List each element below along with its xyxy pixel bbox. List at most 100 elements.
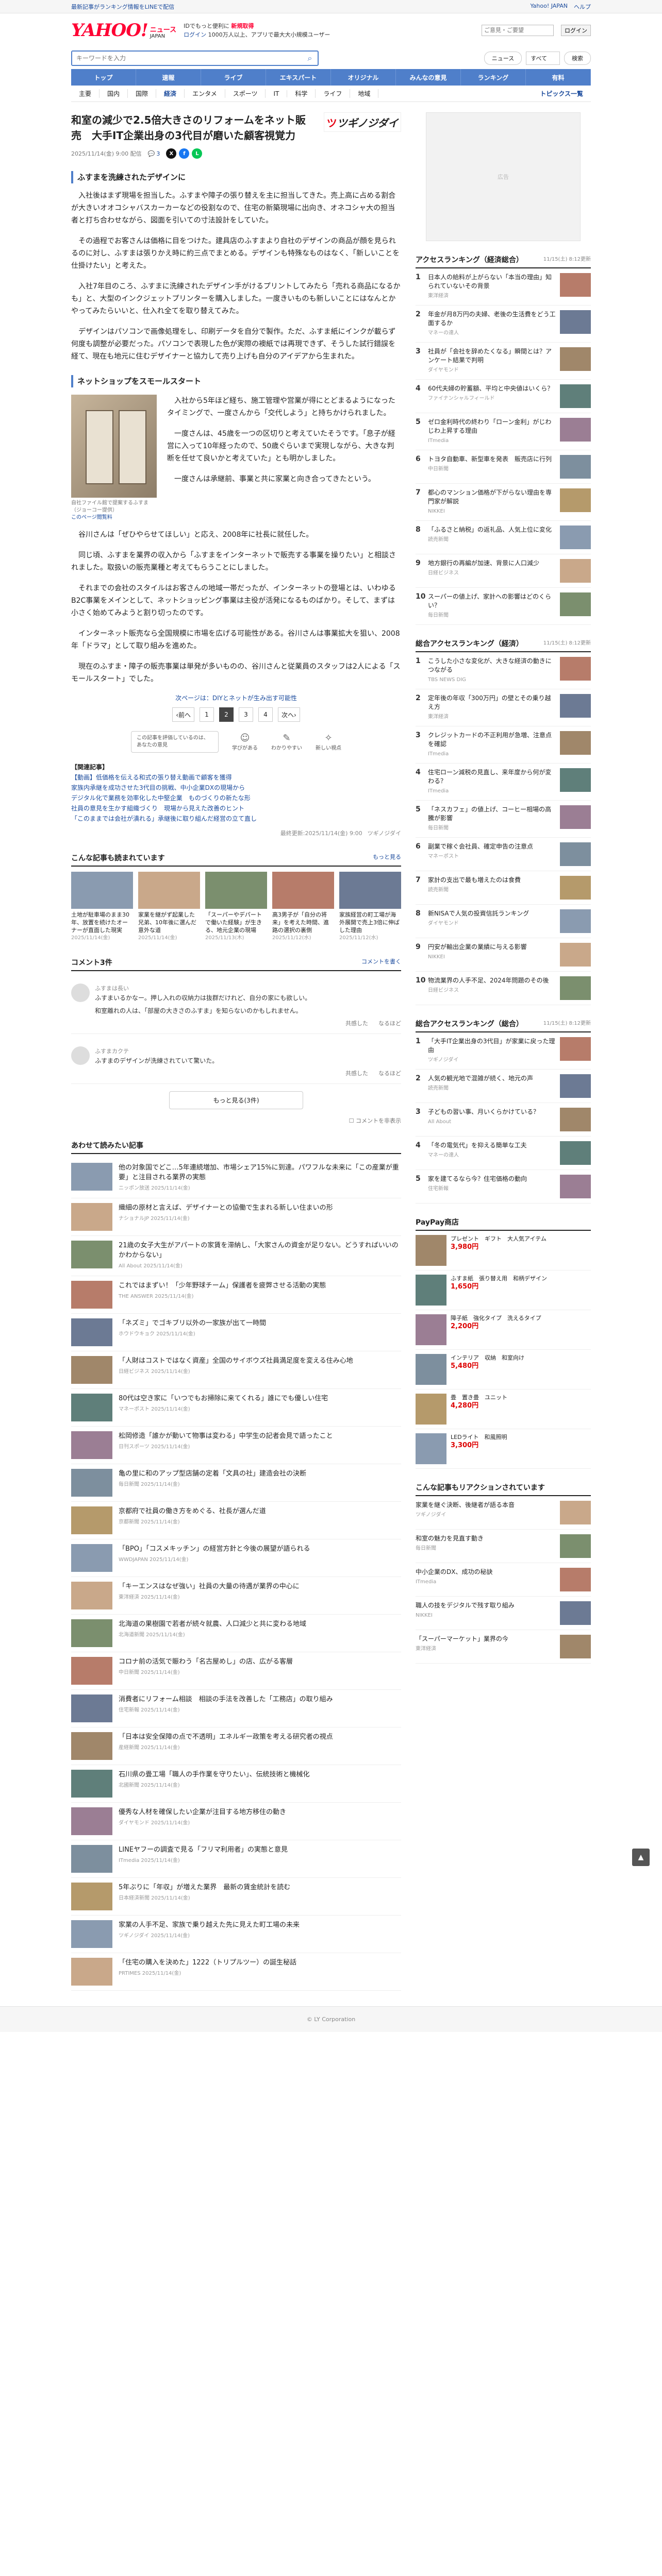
further-reading-title[interactable]: 80代は空き家に「いつでもお掃除に来てくれる」誰にでも優しい住宅	[119, 1395, 328, 1402]
reacted-item[interactable]: 和室の魅力を見直す動き 毎日新聞	[416, 1530, 591, 1563]
product-title[interactable]: ふすま紙 張り替え用 和柄デザイン	[451, 1275, 547, 1282]
ranking-title[interactable]: 「大手IT企業出身の3代目」が家業に戻った理由	[428, 1038, 555, 1054]
further-reading-title[interactable]: LINEヤフーの調査で見る「フリマ利用者」の実態と意見	[119, 1846, 288, 1854]
further-reading-title[interactable]: 亀の里に和のアップ型店舗の定着「文具の社」建造会社の決断	[119, 1470, 306, 1478]
ranking-title[interactable]: 「冬の電気代」を抑える簡単な工夫	[428, 1142, 527, 1149]
further-reading-title[interactable]: 「日本は安全保障の点で不透明」エネルギー政策を考える研究者の視点	[119, 1733, 333, 1741]
ranking-title[interactable]: クレジットカードの不正利用が急増、注意点を確認	[428, 732, 552, 748]
ranking-title[interactable]: ゼロ金利時代の終わり「ローン金利」がじわじわ上昇する理由	[428, 418, 551, 434]
shop-item[interactable]: LEDライト 和風照明 3,300円	[416, 1429, 591, 1469]
ranking-thumbnail[interactable]	[560, 805, 591, 829]
ad-banner[interactable]: 広告	[426, 112, 581, 241]
scope-select[interactable]: すべて	[526, 52, 560, 65]
reacted-title[interactable]: 職人の技をデジタルで残す取り組み	[416, 1602, 515, 1609]
ranking-thumbnail[interactable]	[560, 976, 591, 1000]
gnav-expert[interactable]: エキスパート	[266, 69, 331, 86]
feedback-input[interactable]	[482, 25, 554, 36]
article-thumbnail[interactable]	[71, 1469, 112, 1497]
reacted-title[interactable]: 中小企業のDX、成功の秘訣	[416, 1568, 492, 1575]
further-reading-title[interactable]: 北海道の果樹園で若者が続々就農、人口減少と共に変わる地域	[119, 1620, 306, 1628]
cat-economy[interactable]: 経済	[156, 89, 185, 98]
ranking-title[interactable]: スーパーの値上げ、家計への影響はどのくらい？	[428, 593, 551, 609]
agree-button[interactable]: 共感した	[345, 1019, 368, 1027]
insight-button[interactable]: なるほど	[378, 1019, 401, 1027]
ranking-title[interactable]: 日本人の給料が上がらない「本当の理由」知られていないその背景	[428, 274, 552, 290]
article-thumbnail[interactable]	[71, 1582, 112, 1609]
article-thumbnail[interactable]	[71, 1619, 112, 1647]
hide-comments-checkbox[interactable]: ☐	[349, 1117, 356, 1124]
further-reading-item[interactable]: 80代は空き家に「いつでもお掃除に来てくれる」誰にでも優しい住宅 マネーポスト 2…	[71, 1389, 401, 1427]
reacted-title[interactable]: 「スーパーマーケット」業界の今	[416, 1635, 508, 1642]
article-thumbnail[interactable]	[71, 1318, 112, 1346]
ranking-item[interactable]: 2 人気の観光地で混雑が続く、地元の声 読売新聞	[416, 1070, 591, 1103]
ranking-thumbnail[interactable]	[560, 310, 591, 334]
ranking-item[interactable]: 6 トヨタ自動車、新型車を発表 販売店に行列 中日新聞	[416, 450, 591, 484]
ranking-thumbnail[interactable]	[560, 384, 591, 408]
ranking-thumbnail[interactable]	[560, 418, 591, 442]
ranking-item[interactable]: 9 円安が輸出企業の業績に与える影響 NIKKEI	[416, 938, 591, 972]
ranking-item[interactable]: 8 新NISAで人気の投資信託ランキング ダイヤモンド	[416, 905, 591, 938]
ranking-title[interactable]: 家計の支出で最も増えたのは食費	[428, 876, 521, 884]
further-reading-item[interactable]: 北海道の果樹園で若者が続々就農、人口減少と共に変わる地域 北海道新聞 2025/1…	[71, 1615, 401, 1652]
further-reading-title[interactable]: 「キーエンスはなぜ強い」社員の大量の待遇が業界の中心に	[119, 1583, 300, 1590]
product-image[interactable]	[416, 1314, 446, 1345]
article-thumbnail[interactable]	[71, 1732, 112, 1760]
further-reading-title[interactable]: 消費者にリフォーム相談 相談の手法を改善した「工務店」の取り組み	[119, 1696, 333, 1703]
ranking-item[interactable]: 1 「大手IT企業出身の3代目」が家業に戻った理由 ツギノジダイ	[416, 1032, 591, 1070]
related-link[interactable]: 家族内承継を成功させた3代目の挑戦、中小企業DXの現場から	[71, 783, 401, 793]
agree-button[interactable]: 共感した	[345, 1069, 368, 1077]
ranking-title[interactable]: 円安が輸出企業の業績に与える影響	[428, 943, 527, 951]
cat-main[interactable]: 主要	[71, 89, 100, 98]
further-reading-item[interactable]: コロナ前の活気で賑わう「名古屋めし」の店、広がる客層 中日新聞 2025/11/1…	[71, 1652, 401, 1690]
line-promo-link[interactable]: 最新記事がランキング情報をLINEで配信	[71, 3, 174, 11]
gnav-ranking[interactable]: ランキング	[461, 69, 526, 86]
further-reading-item[interactable]: 織細の原材と言えば、デザイナーとの協働で生まれる新しい住まいの形 ナショナルJP …	[71, 1198, 401, 1236]
further-reading-item[interactable]: 消費者にリフォーム相談 相談の手法を改善した「工務店」の取り組み 住宅新報 202…	[71, 1690, 401, 1727]
further-reading-title[interactable]: 織細の原材と言えば、デザイナーとの協働で生まれる新しい住まいの形	[119, 1204, 333, 1212]
article-thumbnail[interactable]	[71, 1807, 112, 1835]
reacted-item[interactable]: 「スーパーマーケット」業界の今 東洋経済	[416, 1630, 591, 1664]
rec-card[interactable]: 家業を継がず起業した兄弟、10年後に選んだ意外な道 2025/11/14(金)	[138, 872, 200, 942]
further-reading-item[interactable]: 優秀な人材を確保したい企業が注目する地方移住の動き ダイヤモンド 2025/11/…	[71, 1803, 401, 1840]
line-share-icon[interactable]: L	[192, 148, 203, 159]
further-reading-item[interactable]: 21歳の女子大生がアパートの家賃を滞納し、「大家さんの資金が足りない。どうすれば…	[71, 1236, 401, 1276]
product-title[interactable]: LEDライト 和風照明	[451, 1434, 507, 1440]
further-reading-title[interactable]: 21歳の女子大生がアパートの家賃を滞納し、「大家さんの資金が足りない。どうすれば…	[119, 1242, 399, 1259]
article-thumbnail[interactable]	[71, 1845, 112, 1873]
help-link[interactable]: ヘルプ	[574, 3, 591, 11]
article-thumbnail[interactable]	[71, 1356, 112, 1384]
ranking-thumbnail[interactable]	[560, 909, 591, 933]
cat-life[interactable]: ライフ	[316, 89, 351, 98]
article-thumbnail[interactable]	[71, 1163, 112, 1191]
ranking-item[interactable]: 10 物流業界の人手不足、2024年問題のその後 日経ビジネス	[416, 972, 591, 1005]
next-page-button[interactable]: 次へ›	[278, 707, 300, 722]
ranking-item[interactable]: 5 「ネスカフェ」の値上げ、コーヒー相場の高騰が影響 毎日新聞	[416, 801, 591, 838]
scope-news-pill[interactable]: ニュース	[484, 52, 522, 65]
further-reading-title[interactable]: 他の対象国でどこ…5年連続増加、市場シェア15%に到達。パワフルな未来に「この産…	[119, 1164, 399, 1181]
shop-item[interactable]: ふすま紙 張り替え用 和柄デザイン 1,650円	[416, 1270, 591, 1310]
further-reading-item[interactable]: 「ネズミ」でゴキブリ以外の一家族が出て一時間 ホウドウキョク 2025/11/14…	[71, 1314, 401, 1351]
recommended-more-link[interactable]: もっと見る	[373, 853, 401, 863]
figure-link[interactable]: このページ閲覧料	[71, 515, 112, 520]
ranking-thumbnail[interactable]	[560, 526, 591, 549]
reacted-thumbnail[interactable]	[560, 1568, 591, 1591]
rec-card[interactable]: 家族経営の町工場が海外展開で売上3倍に伸ばした理由 2025/11/12(水)	[339, 872, 401, 942]
ranking-title[interactable]: 人気の観光地で混雑が続く、地元の声	[428, 1075, 533, 1082]
further-reading-item[interactable]: 石川県の畳工場「職人の手作業を守りたい」、伝統技術と機械化 北國新聞 2025/1…	[71, 1765, 401, 1803]
search-icon[interactable]: ⌕	[302, 52, 318, 65]
yahoo-japan-link[interactable]: Yahoo! JAPAN	[530, 3, 568, 11]
login-button[interactable]: ログイン	[561, 25, 591, 36]
further-reading-title[interactable]: これではまずい！「少年野球チーム」保護者を疲弊させる活動の実態	[119, 1282, 326, 1290]
ranking-title[interactable]: 地方銀行の再編が加速、背景に人口減少	[428, 560, 539, 567]
reaction-clear[interactable]: ✎ わかりやすい	[271, 733, 302, 751]
ranking-thumbnail[interactable]	[560, 1074, 591, 1098]
search-input[interactable]	[72, 52, 302, 65]
further-reading-title[interactable]: 優秀な人材を確保したい企業が注目する地方移住の動き	[119, 1808, 286, 1816]
ranking-item[interactable]: 5 家を建てるなら今？住宅価格の動向 住宅新報	[416, 1170, 591, 1204]
further-reading-item[interactable]: LINEヤフーの調査で見る「フリマ利用者」の実態と意見 ITmedia 2025/…	[71, 1840, 401, 1878]
page-4[interactable]: 4	[258, 707, 273, 722]
shop-item[interactable]: インテリア 収納 和室向け 5,480円	[416, 1350, 591, 1389]
signup-link[interactable]: 新規取得	[231, 23, 254, 29]
product-title[interactable]: 障子紙 強化タイプ 洗えるタイプ	[451, 1315, 541, 1321]
login-text-link[interactable]: ログイン	[184, 31, 206, 38]
